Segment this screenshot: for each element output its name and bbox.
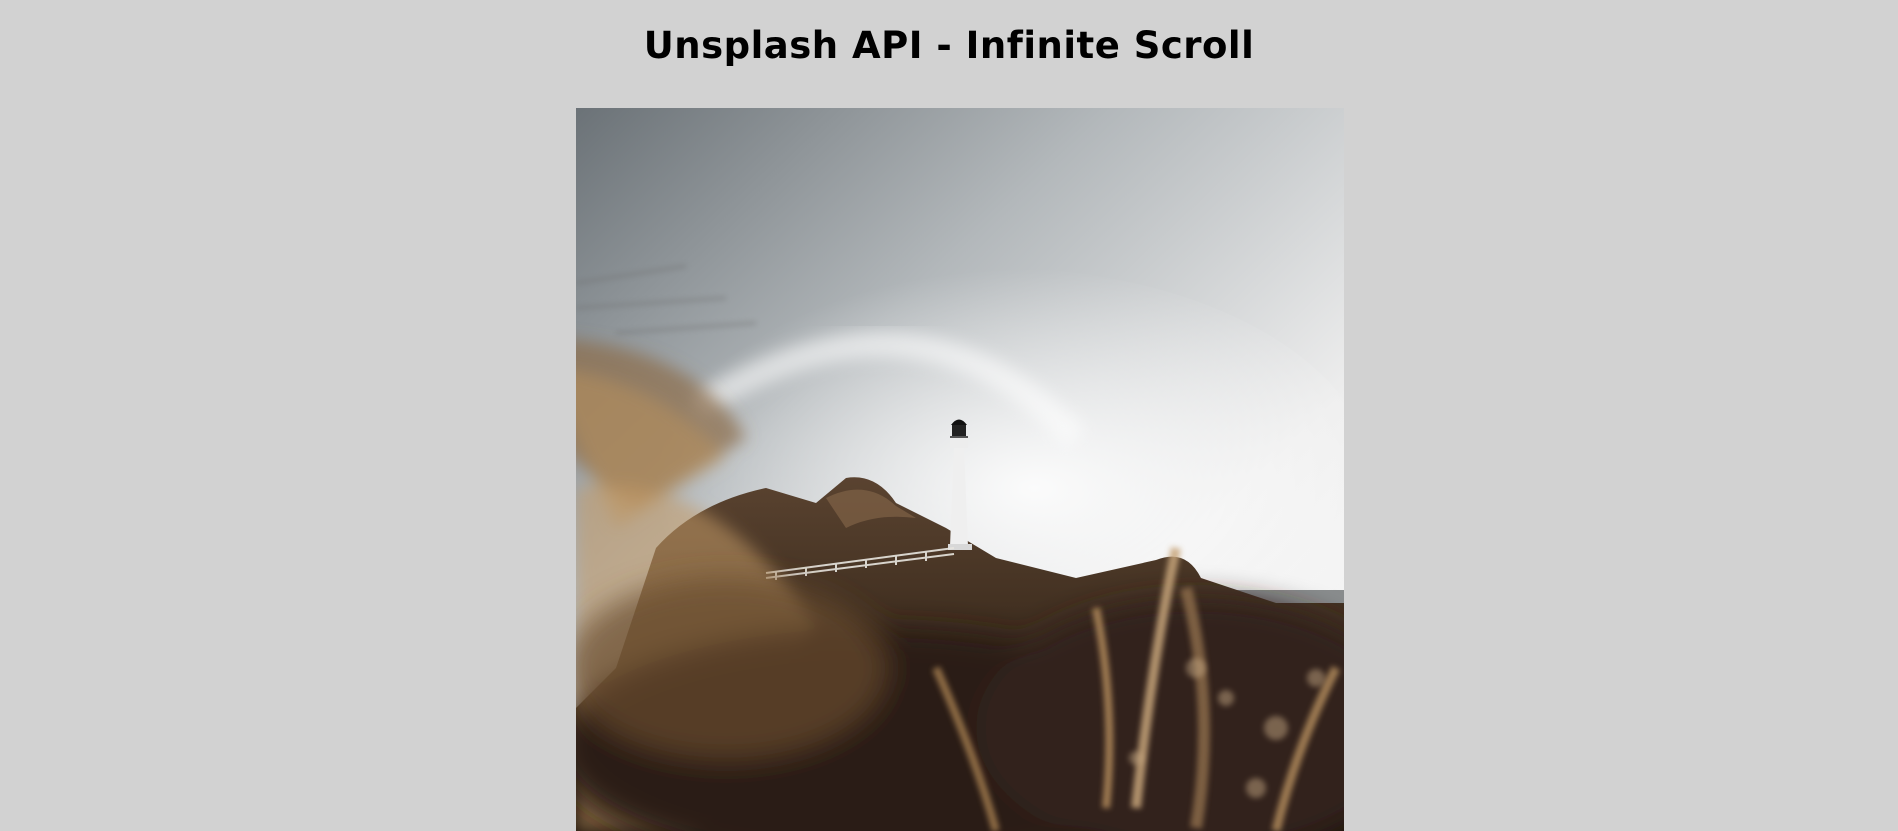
page-title: Unsplash API - Infinite Scroll <box>643 24 1255 67</box>
unsplash-photo[interactable] <box>576 108 1344 831</box>
image-container[interactable] <box>576 108 1344 831</box>
page: Unsplash API - Infinite Scroll <box>0 0 1898 831</box>
